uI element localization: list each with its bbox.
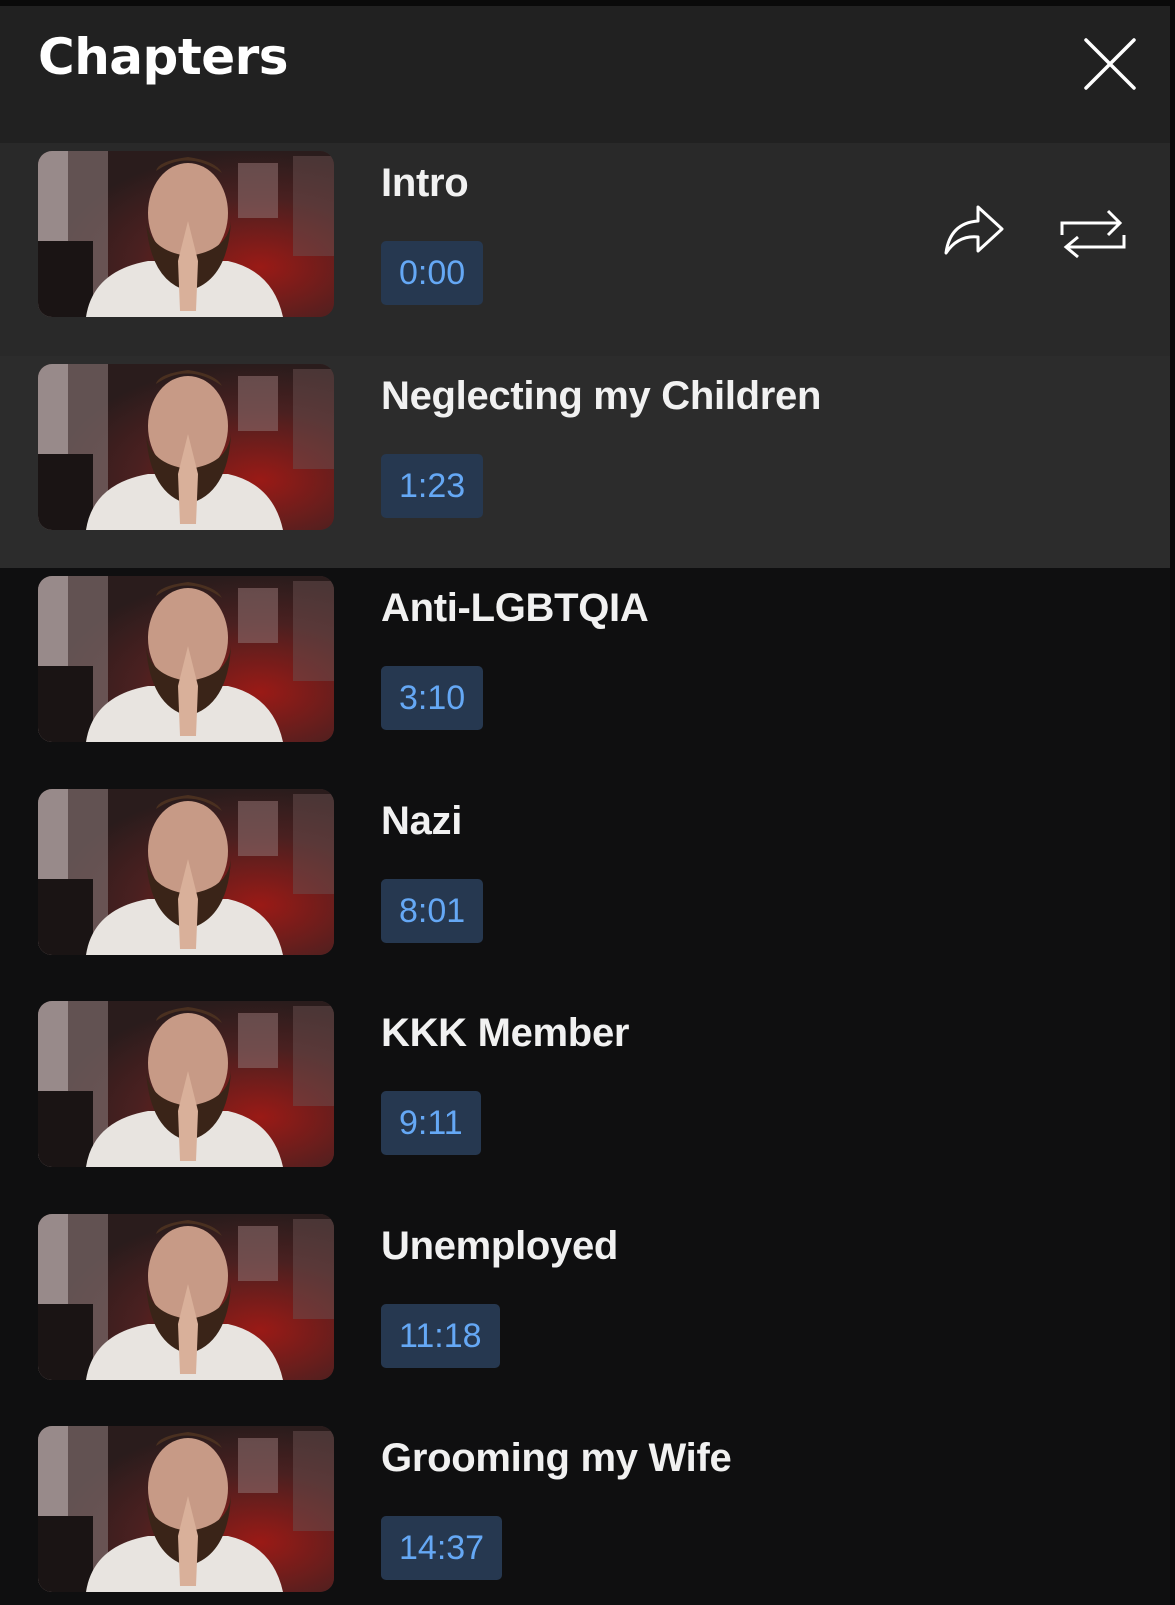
chapter-timestamp[interactable]: 3:10	[381, 666, 484, 730]
chapters-list: Intro 0:00 Neglecting my Children 1:23 A…	[0, 143, 1170, 1605]
chapter-row[interactable]: Unemployed 11:18	[0, 1206, 1170, 1419]
chapter-timestamp[interactable]: 0:00	[381, 241, 484, 305]
chapter-timestamp[interactable]: 9:11	[381, 1091, 481, 1155]
panel-edge	[1170, 0, 1175, 1605]
chapter-timestamp[interactable]: 8:01	[381, 878, 484, 943]
chapter-thumbnail	[38, 363, 334, 530]
chapter-thumbnail	[38, 576, 334, 742]
loop-icon	[1060, 209, 1126, 259]
chapter-title: Grooming my Wife	[381, 1436, 732, 1480]
chapter-row[interactable]: Anti-LGBTQIA 3:10	[0, 568, 1170, 781]
chapter-timestamp[interactable]: 1:23	[381, 453, 484, 518]
close-button[interactable]	[1080, 34, 1140, 94]
share-button[interactable]	[940, 201, 1006, 261]
chapter-thumbnail	[38, 151, 334, 317]
chapter-row[interactable]: Nazi 8:01	[0, 781, 1170, 994]
chapter-title: Anti-LGBTQIA	[381, 586, 649, 630]
close-icon	[1084, 38, 1136, 90]
chapter-title: Unemployed	[381, 1223, 619, 1268]
chapter-row[interactable]: Neglecting my Children 1:23	[0, 355, 1170, 568]
chapter-title: Neglecting my Children	[381, 373, 822, 418]
chapters-panel: Chapters Intro 0:00 Neglecting my Childr…	[0, 0, 1175, 1605]
chapter-thumbnail	[38, 1213, 334, 1380]
header-title: Chapters	[38, 28, 289, 86]
chapter-row[interactable]: KKK Member 9:11	[0, 993, 1170, 1206]
chapter-thumbnail	[38, 1001, 334, 1167]
chapters-header: Chapters	[0, 6, 1175, 143]
chapter-timestamp[interactable]: 14:37	[381, 1516, 503, 1580]
chapter-title: KKK Member	[381, 1011, 630, 1055]
chapter-row[interactable]: Intro 0:00	[0, 143, 1170, 356]
loop-button[interactable]	[1058, 201, 1128, 261]
chapter-timestamp[interactable]: 11:18	[381, 1303, 500, 1368]
chapter-title: Nazi	[381, 798, 463, 843]
chapter-thumbnail	[38, 788, 334, 955]
chapter-title: Intro	[381, 161, 469, 205]
chapter-row[interactable]: Grooming my Wife 14:37	[0, 1418, 1170, 1605]
share-icon	[944, 205, 1004, 255]
chapter-thumbnail	[38, 1426, 334, 1592]
